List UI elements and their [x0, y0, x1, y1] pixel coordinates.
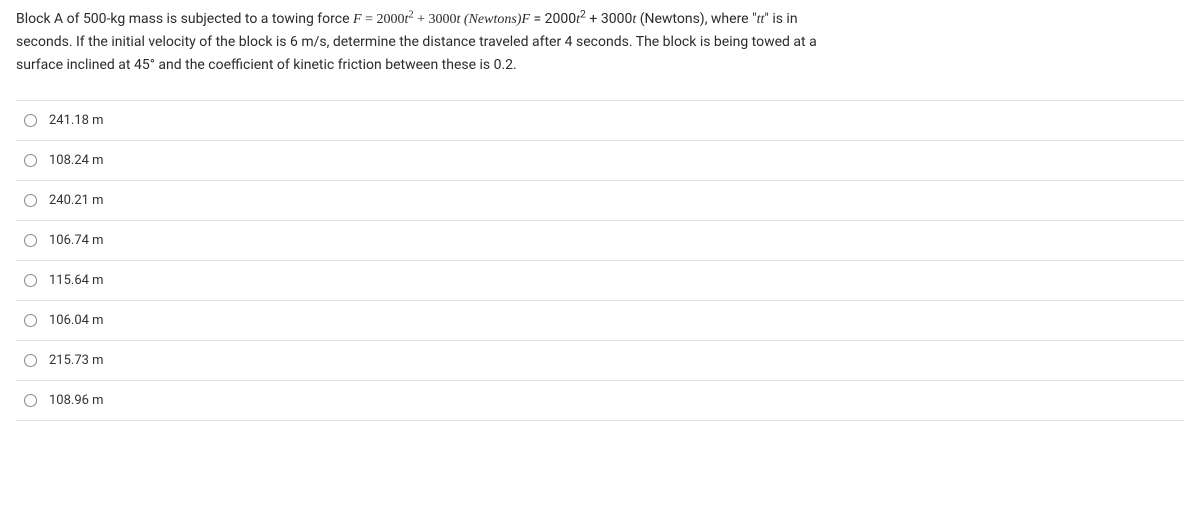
option-label: 108.96 m — [49, 393, 104, 408]
formula-plus2: + — [586, 11, 601, 27]
formula-plus: + — [414, 12, 429, 27]
option-row[interactable]: 108.96 m — [16, 381, 1184, 421]
radio-icon — [24, 394, 37, 407]
formula-num4: 3000 — [601, 11, 632, 27]
formula-newtons2: (Newtons) — [636, 11, 704, 27]
option-row[interactable]: 115.64 m — [16, 261, 1184, 301]
option-label: 108.24 m — [49, 153, 104, 168]
question-line3: surface inclined at 45° and the coeffici… — [16, 57, 517, 73]
radio-icon — [24, 154, 37, 167]
option-row[interactable]: 106.74 m — [16, 221, 1184, 261]
radio-icon — [24, 354, 37, 367]
radio-icon — [24, 194, 37, 207]
radio-icon — [24, 234, 37, 247]
option-label: 240.21 m — [49, 193, 104, 208]
option-label: 106.04 m — [49, 313, 104, 328]
question-text-part: Block A of 500-kg mass is subjected to a… — [16, 11, 353, 27]
formula-num2: 3000 — [429, 12, 457, 27]
formula-eq: = — [362, 12, 377, 27]
formula-F: F — [353, 12, 362, 27]
option-label: 241.18 m — [49, 113, 104, 128]
options-list: 241.18 m 108.24 m 240.21 m 106.74 m 115.… — [16, 100, 1184, 421]
question-line2: seconds. If the initial velocity of the … — [16, 34, 817, 50]
option-row[interactable]: 108.24 m — [16, 141, 1184, 181]
option-row[interactable]: 106.04 m — [16, 301, 1184, 341]
option-row[interactable]: 215.73 m — [16, 341, 1184, 381]
radio-icon — [24, 314, 37, 327]
radio-icon — [24, 274, 37, 287]
formula-eq2: = — [530, 11, 545, 27]
radio-icon — [24, 114, 37, 127]
question-text: Block A of 500-kg mass is subjected to a… — [16, 8, 1184, 76]
question-text-part3: " is in — [764, 11, 797, 27]
question-text-part2: , where " — [705, 11, 757, 27]
formula-F2: F — [521, 12, 530, 27]
formula-newtons: (Newtons) — [460, 12, 521, 27]
formula-num: 2000 — [376, 12, 404, 27]
formula-num3: 2000 — [545, 11, 576, 27]
option-label: 115.64 m — [49, 273, 104, 288]
option-row[interactable]: 241.18 m — [16, 101, 1184, 141]
option-row[interactable]: 240.21 m — [16, 181, 1184, 221]
option-label: 106.74 m — [49, 233, 104, 248]
option-label: 215.73 m — [49, 353, 104, 368]
